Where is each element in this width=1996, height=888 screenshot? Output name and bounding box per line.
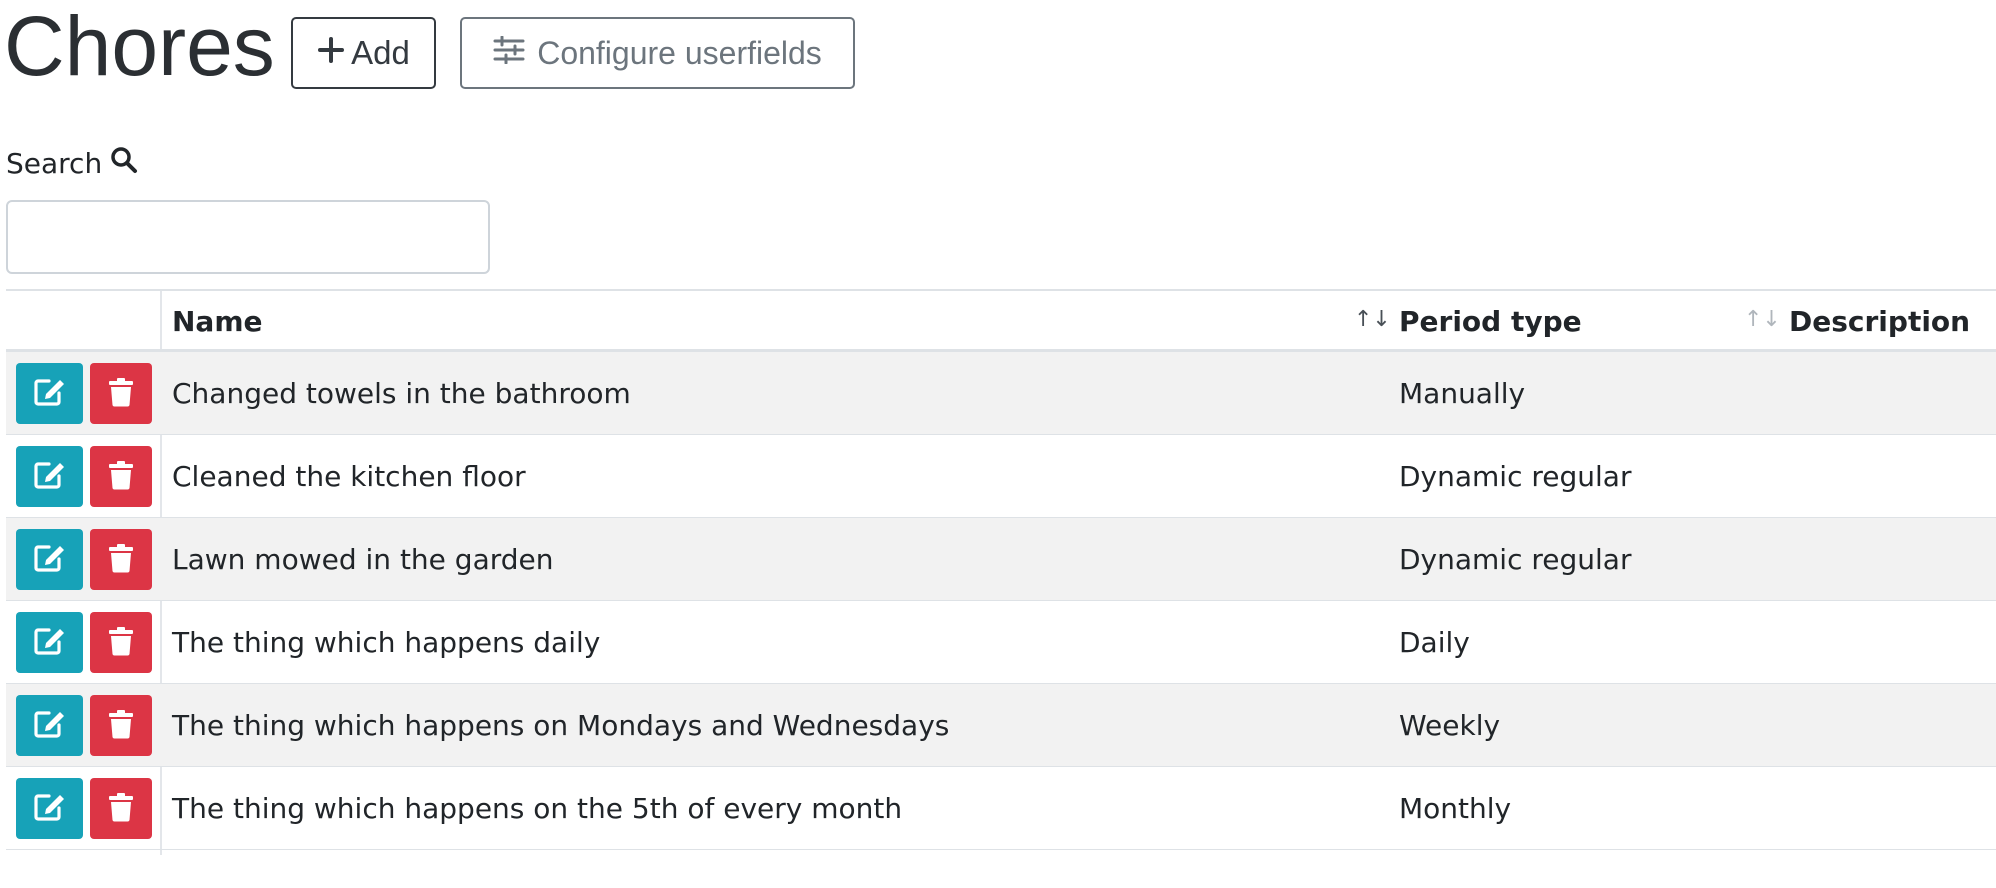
search-label: Search	[6, 146, 138, 181]
edit-button[interactable]	[16, 363, 83, 424]
cell-period-type: Manually	[1399, 377, 1526, 410]
edit-button[interactable]	[16, 529, 83, 590]
cell-name: Cleaned the kitchen floor	[172, 460, 526, 493]
trash-icon	[108, 543, 134, 577]
delete-button[interactable]	[90, 529, 152, 590]
edit-icon	[33, 709, 67, 743]
table-row: The thing which happens on the 5th of ev…	[6, 767, 1996, 850]
cell-name: Changed towels in the bathroom	[172, 377, 631, 410]
table-header: Name ↑↓ Period type ↑↓ Description	[6, 289, 1996, 352]
edit-icon	[33, 626, 67, 660]
cell-period-type: Daily	[1399, 626, 1470, 659]
edit-icon	[33, 792, 67, 826]
edit-button[interactable]	[16, 446, 83, 507]
chores-table: Name ↑↓ Period type ↑↓ Description Chang…	[6, 289, 1996, 855]
cell-name: The thing which happens on Mondays and W…	[172, 709, 950, 742]
table-row: The thing which happens on Mondays and W…	[6, 684, 1996, 767]
trash-icon	[108, 792, 134, 826]
column-header-period-type[interactable]: Period type	[1399, 291, 1582, 351]
delete-button[interactable]	[90, 363, 152, 424]
trash-icon	[108, 626, 134, 660]
edit-icon	[33, 543, 67, 577]
delete-button[interactable]	[90, 778, 152, 839]
configure-userfields-label: Configure userfields	[537, 34, 822, 71]
search-icon	[110, 146, 138, 181]
cell-period-type: Weekly	[1399, 709, 1501, 742]
delete-button[interactable]	[90, 446, 152, 507]
table-row: Lawn mowed in the garden Dynamic regular	[6, 518, 1996, 601]
add-button-label: Add	[351, 34, 410, 71]
table-body: Changed towels in the bathroom Manually …	[6, 352, 1996, 850]
page-header: Chores	[4, 0, 275, 92]
sort-icon[interactable]: ↑↓	[1354, 307, 1391, 332]
column-header-name[interactable]: Name	[172, 291, 263, 351]
cell-name: The thing which happens daily	[172, 626, 601, 659]
trash-icon	[108, 460, 134, 494]
cell-period-type: Monthly	[1399, 792, 1512, 825]
search-input[interactable]	[6, 200, 490, 274]
edit-button[interactable]	[16, 778, 83, 839]
table-row: Cleaned the kitchen floor Dynamic regula…	[6, 435, 1996, 518]
add-button[interactable]: Add	[291, 17, 436, 89]
edit-icon	[33, 460, 67, 494]
page-title: Chores	[4, 0, 275, 93]
edit-button[interactable]	[16, 612, 83, 673]
table-row: The thing which happens daily Daily	[6, 601, 1996, 684]
column-header-description[interactable]: Description	[1789, 291, 1970, 351]
sliders-icon	[493, 35, 525, 72]
cell-period-type: Dynamic regular	[1399, 543, 1632, 576]
cell-name: The thing which happens on the 5th of ev…	[172, 792, 903, 825]
table-row: Changed towels in the bathroom Manually	[6, 352, 1996, 435]
search-label-text: Search	[6, 147, 103, 180]
edit-icon	[33, 377, 67, 411]
plus-icon	[317, 34, 345, 72]
delete-button[interactable]	[90, 695, 152, 756]
trash-icon	[108, 377, 134, 411]
sort-icon[interactable]: ↑↓	[1744, 307, 1781, 332]
cell-period-type: Dynamic regular	[1399, 460, 1632, 493]
configure-userfields-button[interactable]: Configure userfields	[460, 17, 855, 89]
trash-icon	[108, 709, 134, 743]
edit-button[interactable]	[16, 695, 83, 756]
delete-button[interactable]	[90, 612, 152, 673]
cell-name: Lawn mowed in the garden	[172, 543, 554, 576]
